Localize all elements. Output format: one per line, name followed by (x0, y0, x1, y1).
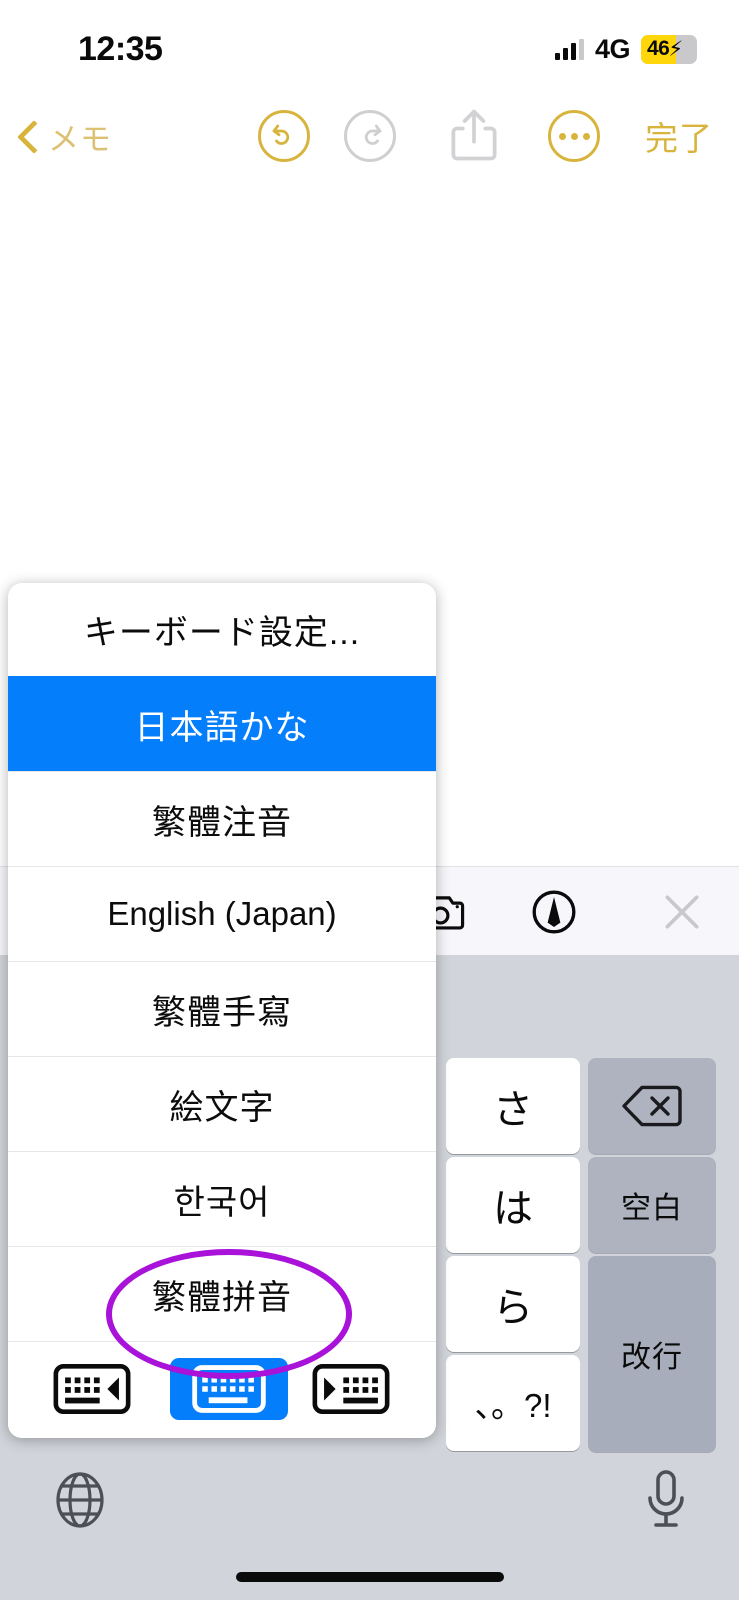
keyboard-option-japanese-kana[interactable]: 日本語かな (8, 676, 436, 771)
iphone-screen: 12:35 4G 46 ⚡ メモ 完了 さ は ら 、。?! 空白 改行 キーボ… (0, 0, 739, 1600)
keyboard-full-icon (192, 1365, 266, 1413)
delete-backspace-icon (622, 1085, 682, 1127)
keyboard-dock-left-button[interactable] (49, 1358, 135, 1420)
battery-percent: 46 (647, 37, 670, 60)
battery-icon: 46 ⚡ (641, 34, 697, 64)
cellular-signal-icon (554, 38, 584, 60)
status-bar: 12:35 4G 46 ⚡ (0, 0, 739, 96)
keyboard-dock-right-icon (312, 1364, 390, 1414)
done-button[interactable]: 完了 (645, 112, 713, 160)
close-x-icon (665, 895, 699, 929)
keyboard-bottom-bar (0, 1440, 739, 1600)
dictation-button[interactable] (641, 1468, 691, 1532)
key-space-label: 空白 (621, 1192, 683, 1225)
key-return-label: 改行 (621, 1341, 683, 1374)
markup-pen-icon (532, 890, 576, 934)
more-options-button[interactable] (548, 110, 600, 162)
key-ha[interactable]: は (446, 1157, 580, 1253)
chevron-left-icon (18, 119, 38, 153)
back-button[interactable]: メモ (18, 108, 112, 164)
keyboard-option-traditional-zhuyin[interactable]: 繁體注音 (8, 771, 436, 866)
keyboard-layout-switcher (8, 1341, 436, 1438)
microphone-icon (648, 1470, 684, 1527)
key-ra[interactable]: ら (446, 1256, 580, 1352)
keyboard-option-traditional-handwriting[interactable]: 繁體手寫 (8, 961, 436, 1056)
keyboard-option-traditional-pinyin[interactable]: 繁體拼音 (8, 1246, 436, 1341)
navigation-bar: メモ 完了 (0, 96, 739, 176)
close-keyboard-button[interactable] (652, 883, 712, 941)
key-punctuation[interactable]: 、。?! (446, 1355, 580, 1451)
keyboard-settings-item[interactable]: キーボード設定... (8, 583, 436, 676)
status-time: 12:35 (78, 30, 163, 68)
globe-icon (56, 1472, 104, 1528)
keyboard-dock-left-icon (53, 1364, 131, 1414)
keyboard-option-korean[interactable]: 한국어 (8, 1151, 436, 1246)
share-icon (451, 109, 497, 161)
undo-button[interactable] (258, 110, 310, 162)
globe-language-button[interactable] (52, 1470, 108, 1530)
key-delete[interactable] (588, 1058, 716, 1154)
redo-icon (364, 124, 382, 145)
undo-icon (272, 124, 290, 145)
key-space[interactable]: 空白 (588, 1157, 716, 1253)
key-punctuation-label: 、。?! (474, 1387, 552, 1424)
share-button[interactable] (446, 106, 502, 166)
keyboard-full-button[interactable] (170, 1358, 288, 1420)
home-indicator (235, 1572, 504, 1582)
battery-charging-bolt-icon: ⚡ (668, 37, 684, 61)
status-indicators: 4G 46 ⚡ (554, 32, 697, 66)
markup-button[interactable] (524, 883, 584, 941)
back-button-label: メモ (48, 121, 112, 157)
keyboard-option-emoji[interactable]: 絵文字 (8, 1056, 436, 1151)
network-type-label: 4G (594, 33, 631, 64)
redo-button[interactable] (344, 110, 396, 162)
keyboard-selection-popup: キーボード設定... 日本語かな 繁體注音 English (Japan) 繁體… (8, 583, 436, 1438)
keyboard-dock-right-button[interactable] (308, 1358, 394, 1420)
more-ellipsis-icon (558, 132, 590, 140)
key-sa[interactable]: さ (446, 1058, 580, 1154)
keyboard-option-english-japan[interactable]: English (Japan) (8, 866, 436, 961)
key-return[interactable]: 改行 (588, 1256, 716, 1452)
